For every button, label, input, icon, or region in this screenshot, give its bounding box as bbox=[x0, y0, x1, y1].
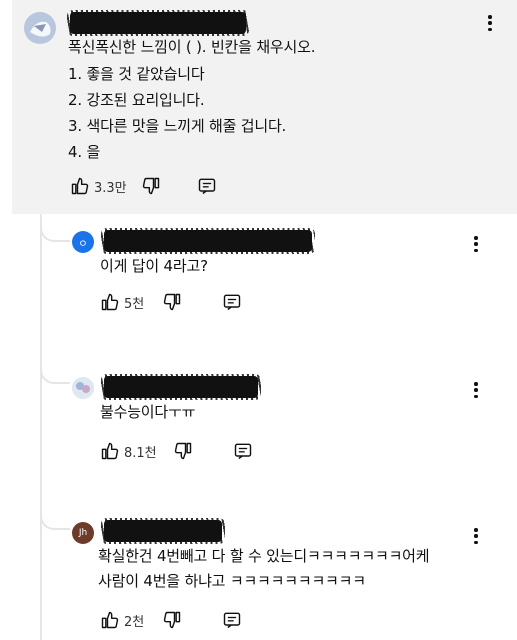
like-button[interactable]: 8.1천 bbox=[100, 441, 157, 461]
like-count: 3.3만 bbox=[94, 180, 127, 196]
reply-text-line-1: 불수능이다ㅜㅠ bbox=[100, 403, 196, 421]
avatar-illustration-icon bbox=[72, 377, 94, 399]
top-comment-line-3: 2. 강조된 요리입니다. bbox=[68, 91, 205, 109]
reply-menu-icon[interactable] bbox=[469, 526, 483, 546]
top-comment-actions: 3.3만 bbox=[70, 176, 217, 196]
reply-actions: 8.1천 bbox=[100, 441, 253, 461]
dislike-button[interactable] bbox=[162, 610, 182, 630]
reply-actions: 5천 bbox=[100, 292, 242, 312]
reply-connector bbox=[40, 220, 70, 242]
reply-button[interactable] bbox=[197, 176, 217, 196]
dislike-button[interactable] bbox=[162, 292, 182, 312]
reply-author-redacted bbox=[101, 518, 225, 544]
reply-text-line-2: 사람이 4번을 하냐고 ㅋㅋㅋㅋㅋㅋㅋㅋㅋㅋ bbox=[98, 572, 366, 590]
like-button[interactable]: 5천 bbox=[100, 292, 144, 312]
like-button[interactable]: 3.3만 bbox=[70, 176, 127, 196]
reply-button[interactable] bbox=[233, 441, 253, 461]
reply-menu-icon[interactable] bbox=[469, 234, 483, 254]
reply-avatar[interactable]: ㅇ bbox=[72, 231, 94, 253]
top-comment-line-1: 폭신폭신한 느낌이 ( ). 빈칸을 채우시오. bbox=[68, 38, 316, 56]
thumbs-up-icon bbox=[101, 293, 119, 311]
like-count: 8.1천 bbox=[124, 445, 157, 461]
top-comment-line-4: 3. 색다른 맛을 느끼게 해줄 겁니다. bbox=[68, 117, 287, 135]
avatar-initial: ㅇ bbox=[78, 238, 88, 250]
reply-connector bbox=[40, 362, 70, 384]
reply-button[interactable] bbox=[222, 610, 242, 630]
thumbs-up-icon bbox=[101, 611, 119, 629]
reply-author-redacted bbox=[101, 228, 315, 254]
reply-text-line-1: 확실한건 4번빼고 다 할 수 있는디ㅋㅋㅋㅋㅋㅋㅋ어케 bbox=[98, 547, 430, 565]
comment-icon bbox=[198, 178, 215, 195]
thumbs-down-icon bbox=[142, 177, 159, 195]
avatar-initial: Jh bbox=[78, 528, 88, 538]
top-comment-menu-icon[interactable] bbox=[483, 13, 497, 33]
comment-icon bbox=[234, 443, 251, 460]
top-comment-line-5: 4. 을 bbox=[68, 143, 101, 161]
dislike-button[interactable] bbox=[173, 441, 193, 461]
avatar-illustration-icon bbox=[24, 12, 56, 44]
top-comment-line-2: 1. 좋을 것 같았습니다 bbox=[68, 65, 205, 83]
comment-icon bbox=[224, 612, 241, 629]
reply-menu-icon[interactable] bbox=[469, 380, 483, 400]
thumbs-down-icon bbox=[164, 611, 181, 629]
reply-avatar[interactable]: Jh bbox=[72, 522, 94, 544]
like-count: 2천 bbox=[124, 614, 145, 630]
thumbs-down-icon bbox=[174, 442, 191, 460]
reply-avatar[interactable] bbox=[72, 377, 94, 399]
thumbs-up-icon bbox=[101, 442, 119, 460]
dislike-button[interactable] bbox=[141, 176, 161, 196]
reply-actions: 2천 bbox=[100, 610, 242, 630]
thumbs-down-icon bbox=[164, 293, 181, 311]
comment-icon bbox=[224, 294, 241, 311]
like-button[interactable]: 2천 bbox=[100, 610, 144, 630]
like-count: 5천 bbox=[124, 296, 145, 312]
thumbs-up-icon bbox=[71, 177, 89, 195]
reply-connector bbox=[40, 508, 70, 530]
top-comment-avatar[interactable] bbox=[24, 12, 56, 44]
reply-text-line-1: 이게 답이 4라고? bbox=[100, 257, 208, 275]
reply-author-redacted bbox=[101, 374, 261, 400]
top-comment-author-redacted bbox=[67, 10, 249, 36]
reply-button[interactable] bbox=[222, 292, 242, 312]
